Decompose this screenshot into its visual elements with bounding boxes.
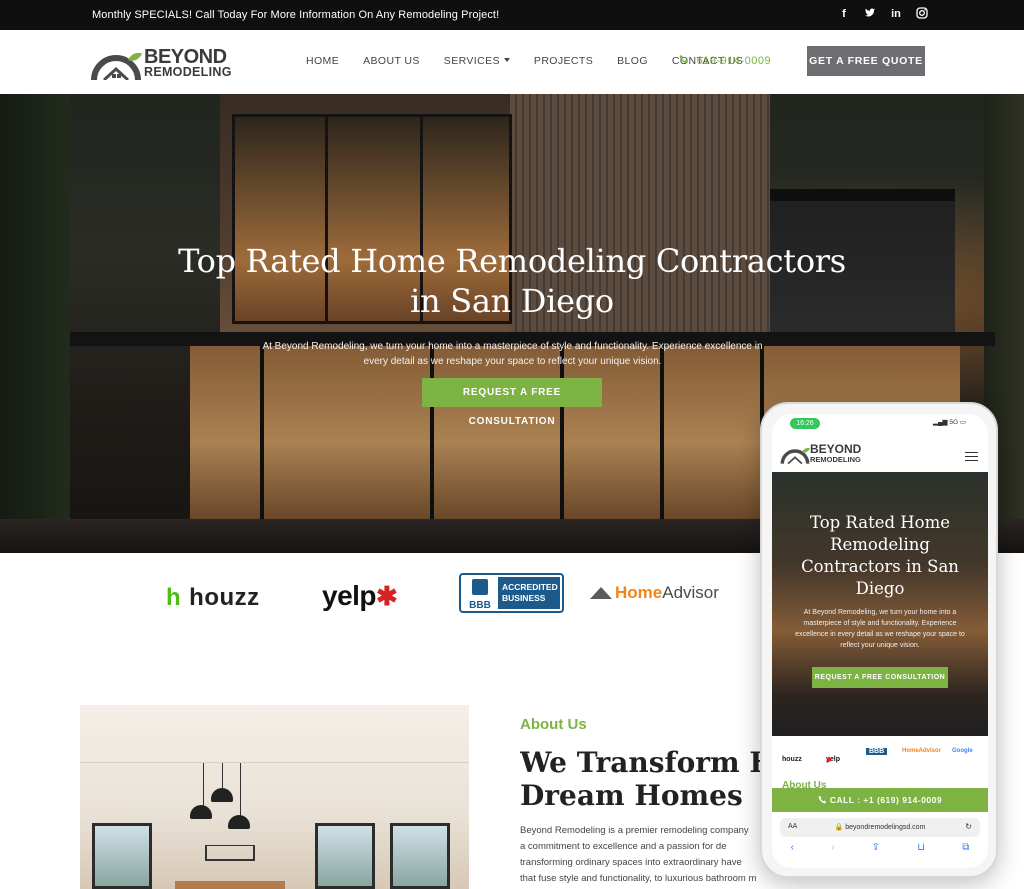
nav-about-us[interactable]: ABOUT US — [363, 55, 420, 67]
request-consultation-button[interactable]: REQUEST A FREE CONSULTATION — [422, 378, 602, 427]
homeadvisor-badge[interactable]: HomeAdvisor — [590, 583, 719, 603]
mobile-bbb-badge[interactable]: BBB — [866, 748, 888, 755]
mobile-request-consultation-button[interactable]: REQUEST A FREE CONSULTATION — [812, 667, 948, 688]
site-header: BEYOND REMODELING HOME ABOUT US SERVICES… — [0, 30, 1024, 94]
yelp-badge[interactable]: yelp✱ — [322, 580, 398, 612]
mobile-houzz-text: houzz — [782, 756, 802, 763]
hero-title-line2: in San Diego — [410, 282, 614, 320]
nav-home[interactable]: HOME — [306, 55, 339, 67]
forward-icon[interactable]: › — [831, 842, 834, 860]
twitter-icon[interactable] — [864, 7, 876, 21]
houzz-logo-icon: h — [166, 584, 182, 611]
about-title-line1: We Transform Ho — [520, 746, 780, 779]
about-title: We Transform Ho Dream Homes — [520, 746, 780, 812]
logo-house-icon — [91, 52, 142, 80]
mobile-url: 🔒 beyondremodelingsd.com — [834, 824, 926, 831]
phone-icon — [679, 55, 688, 64]
mobile-hero: Top Rated Home Remodeling Contractors in… — [772, 472, 988, 736]
yelp-wordmark: yelp — [322, 580, 377, 611]
about-text-line: Beyond Remodeling is a premier remodelin… — [520, 825, 749, 836]
status-network: 5G — [949, 419, 959, 426]
yelp-burst-icon: ✱ — [376, 581, 398, 611]
hero-title-line1: Top Rated Home Remodeling Contractors — [178, 242, 846, 280]
mobile-url-text: beyondremodelingsd.com — [845, 824, 926, 831]
homeadvisor-roof-icon — [590, 587, 612, 599]
kitchen-window — [92, 823, 152, 889]
header-phone-link[interactable]: 619-914-0009 — [679, 54, 771, 67]
mobile-browser-toolbar: ‹ › ⇪ ⊔ ⧉ — [772, 842, 988, 860]
mobile-address-bar[interactable]: AA 🔒 beyondremodelingsd.com ↻ — [780, 818, 980, 837]
phone-icon — [818, 795, 826, 804]
about-title-line2: Dream Homes — [520, 779, 743, 812]
back-icon[interactable]: ‹ — [791, 842, 794, 860]
reload-icon[interactable]: ↻ — [965, 822, 972, 831]
pendant-cord — [240, 763, 241, 818]
about-kitchen-image — [80, 705, 469, 889]
get-free-quote-button[interactable]: GET A FREE QUOTE — [807, 46, 925, 76]
header-phone-number: 619-914-0009 — [696, 55, 772, 67]
bbb-accredited-text: ACCREDITED BUSINESS — [498, 577, 560, 609]
houzz-badge[interactable]: h houzz — [166, 584, 260, 612]
social-links: f in — [838, 7, 928, 21]
about-paragraph: Beyond Remodeling is a premier remodelin… — [520, 823, 770, 889]
mobile-screen: 16:26 ▂▄▆ 5G ▭ BEYOND REMODELING Top Rat… — [772, 414, 988, 868]
mobile-call-text: CALL : +1 (619) 914-0009 — [829, 795, 943, 805]
about-text-line: transforming ordinary spaces into extrao… — [520, 857, 742, 868]
homeadvisor-home: Home — [615, 583, 663, 602]
kitchen-window — [390, 823, 450, 889]
about-text-line: that fuse style and functionality, to lu… — [520, 873, 757, 884]
about-text-line: a commitment to excellence and a passion… — [520, 841, 727, 852]
mobile-google-badge[interactable]: Google — [952, 748, 973, 754]
bbb-line2: BUSINESS — [502, 593, 546, 603]
yelp-burst-icon: ✱ — [826, 757, 832, 764]
kitchen-table — [175, 881, 285, 889]
mobile-mockup-frame: 16:26 ▂▄▆ 5G ▭ BEYOND REMODELING Top Rat… — [760, 402, 998, 878]
status-time: 16:26 — [790, 418, 820, 429]
chevron-down-icon — [503, 58, 510, 62]
tabs-icon[interactable]: ⧉ — [962, 842, 969, 860]
homeadvisor-advisor: Advisor — [662, 583, 719, 602]
nav-services-label: SERVICES — [443, 55, 500, 67]
logo-house-icon — [780, 448, 810, 465]
mobile-homeadvisor-badge[interactable]: HomeAdvisor — [902, 748, 941, 754]
houzz-wordmark: houzz — [189, 584, 260, 611]
nav-services[interactable]: SERVICES — [444, 55, 510, 67]
nav-projects[interactable]: PROJECTS — [534, 55, 593, 67]
pendant-lamp — [190, 805, 212, 819]
kitchen-chandelier — [205, 845, 255, 861]
instagram-icon[interactable] — [916, 7, 928, 21]
pendant-lamp — [228, 815, 250, 829]
mobile-hero-subtitle: At Beyond Remodeling, we turn your home … — [795, 609, 965, 649]
promo-text: Monthly SPECIALS! Call Today For More In… — [92, 9, 500, 21]
share-icon[interactable]: ⇪ — [872, 842, 880, 860]
about-eyebrow: About Us — [520, 716, 587, 733]
logo-wordmark-line2: REMODELING — [144, 65, 232, 79]
mobile-call-bar[interactable]: CALL : +1 (619) 914-0009 — [772, 788, 988, 812]
hamburger-menu-icon[interactable] — [965, 452, 978, 461]
pendant-cord — [203, 763, 204, 808]
kitchen-window — [315, 823, 375, 889]
hero-title: Top Rated Home Remodeling Contractors in… — [0, 241, 1024, 321]
linkedin-icon[interactable]: in — [890, 7, 902, 21]
status-signal: ▂▄▆ 5G ▭ — [932, 419, 966, 426]
bbb-accredited-badge[interactable]: BBB ACCREDITED BUSINESS — [459, 573, 564, 613]
mobile-logo-line2: REMODELING — [810, 455, 861, 464]
pendant-cord — [222, 763, 223, 788]
mobile-hero-title: Top Rated Home Remodeling Contractors in… — [801, 513, 959, 598]
mobile-status-bar: 16:26 ▂▄▆ 5G ▭ — [772, 414, 988, 430]
nav-blog[interactable]: BLOG — [617, 55, 648, 67]
bbb-line1: ACCREDITED — [502, 582, 558, 592]
site-logo[interactable]: BEYOND REMODELING — [90, 44, 232, 82]
bbb-seal-icon: BBB — [463, 577, 497, 611]
pendant-lamp — [211, 788, 233, 802]
hero-subtitle: At Beyond Remodeling, we turn your home … — [262, 341, 763, 367]
bookmarks-icon[interactable]: ⊔ — [917, 842, 925, 860]
facebook-icon[interactable]: f — [838, 7, 850, 21]
top-announcement-bar: Monthly SPECIALS! Call Today For More In… — [0, 0, 1024, 30]
mobile-badges-row: h houzz yelp ✱ BBB HomeAdvisor Google — [772, 740, 988, 764]
kitchen-ceiling-beam — [80, 753, 469, 763]
mobile-logo[interactable]: BEYOND REMODELING — [780, 442, 880, 466]
mobile-logo-line1: BEYOND — [810, 442, 862, 456]
